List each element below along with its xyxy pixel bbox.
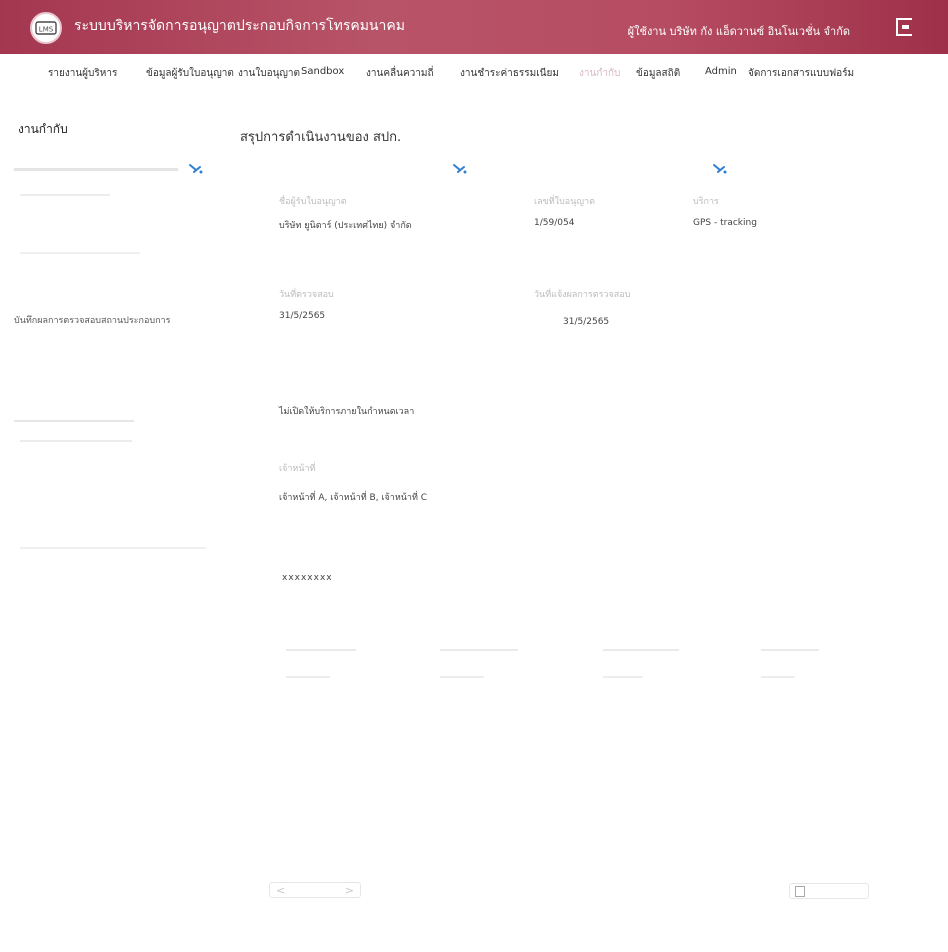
sidebar-faint-line: [20, 440, 132, 442]
faint-column-value: [761, 676, 795, 678]
nav-item-admin[interactable]: Admin: [705, 66, 737, 77]
license-number-value: 1/59/054: [534, 218, 575, 228]
inspection-result-value: ไม่เปิดให้บริการภายในกำหนดเวลา: [279, 407, 415, 417]
nav-item-sandbox[interactable]: Sandbox: [301, 66, 344, 77]
tool-icon[interactable]: [452, 163, 468, 175]
svg-text:LMS: LMS: [39, 26, 54, 34]
sidebar-faint-line: [14, 168, 178, 171]
current-user-label: ผู้ใช้งาน บริษัท กัง แอ็ดวานซ์ อินโนเวชั…: [627, 25, 850, 38]
officer-value: เจ้าหน้าที่ A, เจ้าหน้าที่ B, เจ้าหน้าที…: [279, 493, 428, 503]
service-value: GPS - tracking: [693, 218, 757, 228]
main-nav: รายงานผู้บริหาร ข้อมูลผู้รับใบอนุญาต งาน…: [0, 66, 948, 88]
sidebar-item-inspection-record[interactable]: บันทึกผลการตรวจสอบสถานประกอบการ: [14, 313, 170, 327]
nav-item-document-forms[interactable]: จัดการเอกสารแบบฟอร์ม: [748, 66, 854, 81]
service-label: บริการ: [693, 197, 719, 207]
faint-column-value: [440, 676, 484, 678]
faint-column-header: [440, 649, 518, 651]
nav-item-statistics[interactable]: ข้อมูลสถิติ: [636, 66, 680, 81]
faint-column-header: [761, 649, 819, 651]
masked-value: xxxxxxxx: [282, 573, 333, 583]
nav-item-license-work[interactable]: งานใบอนุญาต: [238, 66, 300, 81]
lms-logo-icon: LMS: [35, 21, 57, 35]
pagination[interactable]: < >: [269, 882, 361, 898]
nav-item-regulation[interactable]: งานกำกับ: [579, 66, 620, 81]
sidebar-faint-line: [20, 547, 206, 549]
file-icon: [795, 886, 805, 897]
notice-date-value: 31/5/2565: [563, 317, 610, 327]
license-number-label: เลขที่ใบอนุญาต: [534, 197, 595, 207]
officer-label: เจ้าหน้าที่: [279, 464, 316, 474]
app-title: ระบบบริหารจัดการอนุญาตประกอบกิจการโทรคมน…: [74, 18, 405, 34]
logout-icon[interactable]: [896, 18, 912, 36]
export-button[interactable]: [789, 883, 869, 899]
notice-date-label: วันที่แจ้งผลการตรวจสอบ: [534, 290, 631, 300]
faint-column-value: [603, 676, 643, 678]
nav-item-fee-payment[interactable]: งานชำระค่าธรรมเนียม: [460, 66, 559, 81]
sidebar-faint-line: [20, 252, 140, 254]
sidebar-faint-line: [14, 420, 134, 422]
sidebar-title: งานกำกับ: [18, 122, 68, 136]
inspection-date-value: 31/5/2565: [279, 311, 326, 321]
faint-column-value: [286, 676, 330, 678]
inspection-date-label: วันที่ตรวจสอบ: [279, 290, 334, 300]
nav-item-frequency-work[interactable]: งานคลื่นความถี่: [366, 66, 434, 81]
tool-icon[interactable]: [188, 163, 204, 175]
app-header: LMS ระบบบริหารจัดการอนุญาตประกอบกิจการโท…: [0, 0, 948, 54]
sidebar-faint-line: [20, 194, 110, 196]
faint-column-header: [603, 649, 679, 651]
licensee-value: บริษัท ยูนิตาร์ (ประเทศไทย) จำกัด: [279, 221, 412, 231]
nav-item-executive-report[interactable]: รายงานผู้บริหาร: [48, 66, 117, 81]
nav-item-licensee-info[interactable]: ข้อมูลผู้รับใบอนุญาต: [146, 66, 234, 81]
faint-column-header: [286, 649, 356, 651]
app-logo[interactable]: LMS: [30, 12, 62, 44]
next-page-button[interactable]: >: [345, 883, 354, 899]
licensee-label: ชื่อผู้รับใบอนุญาต: [279, 197, 347, 207]
page-title: สรุปการดำเนินงานของ สปก.: [240, 130, 402, 145]
prev-page-button[interactable]: <: [276, 884, 285, 897]
tool-icon[interactable]: [712, 163, 728, 175]
